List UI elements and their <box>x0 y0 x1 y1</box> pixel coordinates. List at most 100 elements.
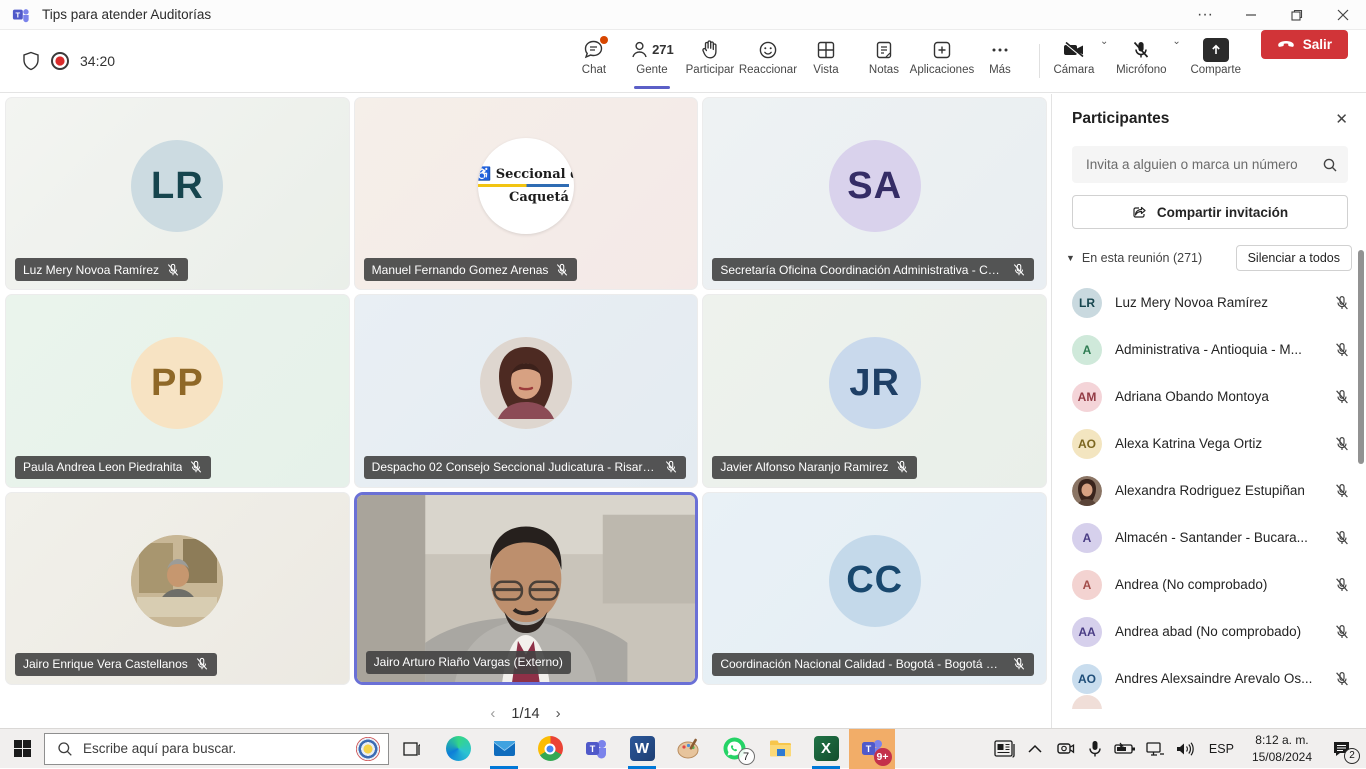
participant-row[interactable]: AOAndres Alexsaindre Arevalo Os... <box>1052 655 1366 702</box>
panel-close-icon[interactable]: ✕ <box>1335 110 1348 128</box>
taskbar-app-excel[interactable]: X <box>803 729 849 769</box>
cortana-emblem-icon[interactable] <box>356 737 380 761</box>
tile-avatar-initials: LR <box>131 140 223 232</box>
in-meeting-section-toggle[interactable]: ▼ En esta reunión (271) <box>1066 251 1202 265</box>
video-tile[interactable]: LRLuz Mery Novoa Ramírez <box>5 97 350 290</box>
participant-mic-off-button[interactable] <box>1334 483 1350 499</box>
taskbar-app-chrome[interactable] <box>527 729 573 769</box>
participant-mic-off-button[interactable] <box>1334 389 1350 405</box>
participant-mic-off-button[interactable] <box>1334 295 1350 311</box>
window-restore-button[interactable] <box>1274 0 1320 30</box>
tray-microphone-icon[interactable] <box>1081 729 1109 769</box>
tray-battery-icon[interactable] <box>1111 729 1139 769</box>
participant-mic-off-button[interactable] <box>1334 342 1350 358</box>
chat-icon <box>583 39 604 61</box>
tile-avatar-logo: ♿ Seccional deCaquetá <box>478 138 574 234</box>
taskbar-app-teams-meeting[interactable]: T 9+ <box>849 729 895 769</box>
edge-icon <box>446 736 471 761</box>
mute-all-button[interactable]: Silenciar a todos <box>1236 245 1352 271</box>
view-button[interactable]: Vista <box>797 30 855 93</box>
taskbar-search-icon <box>57 741 73 757</box>
window-minimize-button[interactable] <box>1228 0 1274 30</box>
video-tile[interactable]: PPPaula Andrea Leon Piedrahita <box>5 294 350 487</box>
camera-button[interactable]: Cámara <box>1050 30 1098 93</box>
participant-row[interactable]: AAlmacén - Santander - Bucara... <box>1052 514 1366 561</box>
participant-row[interactable]: AOAlexa Katrina Vega Ortiz <box>1052 420 1366 467</box>
participant-mic-off-button[interactable] <box>1334 671 1350 687</box>
participant-row[interactable]: Alexandra Rodriguez Estupiñan <box>1052 467 1366 514</box>
participant-mic-off-button[interactable] <box>1334 530 1350 546</box>
mic-off-icon <box>895 460 909 474</box>
task-view-button[interactable] <box>389 729 435 769</box>
more-button[interactable]: Más <box>971 30 1029 93</box>
taskbar-app-mail[interactable] <box>481 729 527 769</box>
news-widget-icon[interactable] <box>991 729 1019 769</box>
notification-count-badge: 2 <box>1344 748 1360 764</box>
start-button[interactable] <box>0 729 44 769</box>
page-prev-button[interactable]: ‹ <box>490 705 495 722</box>
participant-row[interactable]: LRLuz Mery Novoa Ramírez <box>1052 279 1366 326</box>
raise-hand-button[interactable]: Participar <box>681 30 739 93</box>
share-invitation-button[interactable]: Compartir invitación <box>1072 195 1348 229</box>
taskbar-app-paint[interactable] <box>665 729 711 769</box>
invite-search-field[interactable] <box>1072 146 1348 183</box>
mic-off-icon <box>1334 389 1350 405</box>
chat-button[interactable]: Chat <box>565 30 623 93</box>
clock[interactable]: 8:12 a. m. 15/08/2024 <box>1244 732 1320 764</box>
action-center-button[interactable]: 2 <box>1322 729 1362 769</box>
video-tile[interactable]: ♿ Seccional deCaquetáManuel Fernando Gom… <box>354 97 699 290</box>
teams-meeting-icon: T 9+ <box>860 736 885 761</box>
participant-mic-off-button[interactable] <box>1334 624 1350 640</box>
tray-network-icon[interactable] <box>1141 729 1169 769</box>
taskbar-search-box[interactable]: Escribe aquí para buscar. <box>44 733 389 765</box>
windows-taskbar: Escribe aquí para buscar. T W <box>0 728 1366 768</box>
video-tile[interactable]: CCCoordinación Nacional Calidad - Bogotá… <box>702 492 1047 685</box>
svg-text:T: T <box>589 744 595 754</box>
participant-mic-off-button[interactable] <box>1334 577 1350 593</box>
participant-row[interactable]: AAndrea (No comprobado) <box>1052 561 1366 608</box>
leave-button[interactable]: Salir <box>1261 30 1348 59</box>
video-tile[interactable]: JRJavier Alfonso Naranjo Ramirez <box>702 294 1047 487</box>
window-more-button[interactable]: ··· <box>1182 0 1228 30</box>
tray-camera-icon[interactable] <box>1051 729 1079 769</box>
meeting-timer: 34:20 <box>80 53 115 69</box>
language-indicator[interactable]: ESP <box>1201 742 1242 756</box>
react-button[interactable]: Reaccionar <box>739 30 797 93</box>
people-button[interactable]: 271 Gente <box>623 30 681 93</box>
participant-row[interactable]: AAAndrea abad (No comprobado) <box>1052 608 1366 655</box>
microphone-chevron[interactable]: ⌄ <box>1170 30 1184 47</box>
chrome-icon <box>538 736 563 761</box>
taskbar-app-explorer[interactable] <box>757 729 803 769</box>
word-icon: W <box>630 736 655 761</box>
camera-chevron[interactable]: ⌄ <box>1098 30 1112 47</box>
video-tile[interactable]: Despacho 02 Consejo Seccional Judicatura… <box>354 294 699 487</box>
recording-icon <box>50 51 70 71</box>
video-tile[interactable]: SASecretaría Oficina Coordinación Admini… <box>702 97 1047 290</box>
invite-search-input[interactable] <box>1084 156 1322 173</box>
taskbar-app-edge[interactable] <box>435 729 481 769</box>
tile-participant-name: Javier Alfonso Naranjo Ramirez <box>720 460 888 474</box>
panel-scrollbar[interactable] <box>1358 250 1364 464</box>
taskbar-app-word[interactable]: W <box>619 729 665 769</box>
apps-button[interactable]: Aplicaciones <box>913 30 971 93</box>
taskbar-app-whatsapp[interactable]: 7 <box>711 729 757 769</box>
tray-expand-chevron[interactable] <box>1021 729 1049 769</box>
participant-avatar-initials: AA <box>1072 617 1102 647</box>
participant-row[interactable]: AAdministrativa - Antioquia - M... <box>1052 326 1366 373</box>
tray-volume-icon[interactable] <box>1171 729 1199 769</box>
participant-row[interactable]: AMAdriana Obando Montoya <box>1052 373 1366 420</box>
notes-button[interactable]: Notas <box>855 30 913 93</box>
participant-name: Alexandra Rodriguez Estupiñan <box>1115 483 1321 498</box>
tile-avatar-initials: CC <box>829 535 921 627</box>
video-tile[interactable]: Jairo Arturo Riaño Vargas (Externo) <box>354 492 699 685</box>
participant-mic-off-button[interactable] <box>1334 436 1350 452</box>
microphone-button[interactable]: Micrófono <box>1112 30 1170 93</box>
page-next-button[interactable]: › <box>556 705 561 722</box>
video-tile[interactable]: Jairo Enrique Vera Castellanos <box>5 492 350 685</box>
apps-plus-icon <box>932 39 952 61</box>
mic-off-icon <box>1334 577 1350 593</box>
participant-name: Almacén - Santander - Bucara... <box>1115 530 1321 545</box>
taskbar-app-teams[interactable]: T <box>573 729 619 769</box>
share-button[interactable]: Comparte <box>1185 30 1247 93</box>
window-close-button[interactable] <box>1320 0 1366 30</box>
